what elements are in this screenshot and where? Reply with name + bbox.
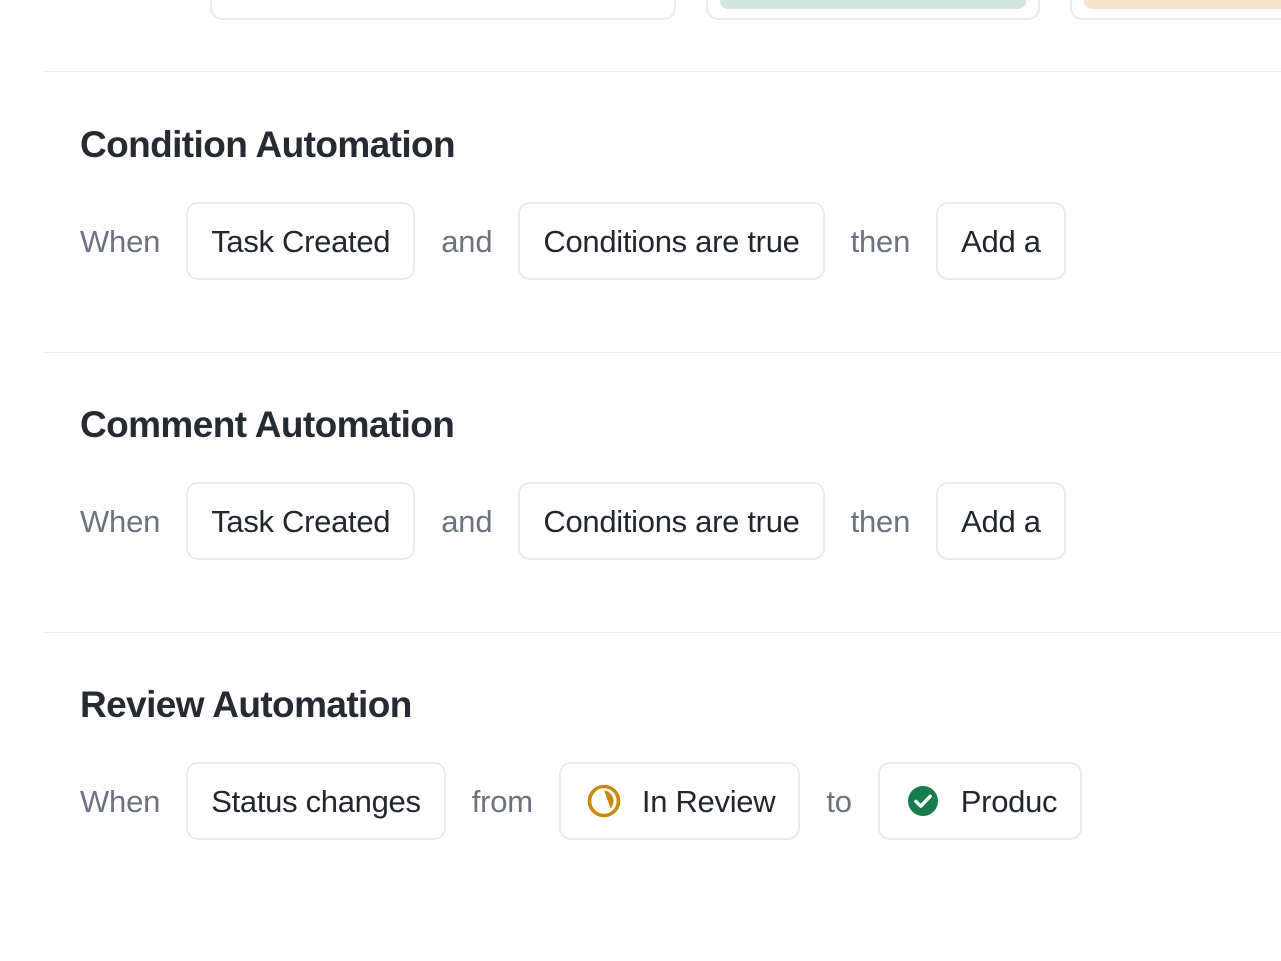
section-review-automation: Review Automation When Status changes fr… xyxy=(0,686,1281,840)
connector-then: then xyxy=(850,503,911,539)
condition-chip[interactable]: Conditions are true xyxy=(518,202,825,280)
section-divider xyxy=(44,632,1281,633)
automation-settings-panel: Condition Automation When Task Created a… xyxy=(0,0,1281,961)
clipped-chip-plain[interactable] xyxy=(210,0,676,20)
action-chip[interactable]: Add a xyxy=(936,482,1066,560)
clipped-chip-orange[interactable] xyxy=(1070,0,1281,20)
connector-when: When xyxy=(80,503,161,539)
status-to-chip[interactable]: Produc xyxy=(877,762,1083,840)
trigger-chip[interactable]: Task Created xyxy=(186,202,416,280)
section-divider xyxy=(44,352,1281,353)
connector-when: When xyxy=(80,783,161,819)
trigger-chip[interactable]: Status changes xyxy=(186,762,446,840)
connector-when: When xyxy=(80,223,161,259)
clipped-automation-row xyxy=(0,0,1281,20)
automation-rule-row: When Status changes from In Review to Pr… xyxy=(0,762,1281,840)
connector-and: and xyxy=(441,223,493,259)
section-title: Comment Automation xyxy=(80,404,455,445)
action-chip[interactable]: Add a xyxy=(936,202,1066,280)
chip-tint-pill-orange xyxy=(1084,0,1281,9)
section-comment-automation: Comment Automation When Task Created and… xyxy=(0,406,1281,560)
connector-then: then xyxy=(850,223,911,259)
section-divider xyxy=(44,71,1281,72)
automation-rule-row: When Task Created and Conditions are tru… xyxy=(0,202,1281,280)
status-to-label: Produc xyxy=(960,783,1058,819)
status-from-chip[interactable]: In Review xyxy=(558,762,801,840)
chip-tint-pill-green xyxy=(720,0,1026,9)
clipped-chip-green[interactable] xyxy=(706,0,1040,20)
trigger-chip[interactable]: Task Created xyxy=(186,482,416,560)
section-title: Condition Automation xyxy=(80,124,456,165)
check-circle-filled-icon xyxy=(903,781,943,821)
automation-rule-row: When Task Created and Conditions are tru… xyxy=(0,482,1281,560)
connector-to: to xyxy=(826,783,852,819)
status-from-label: In Review xyxy=(641,783,776,819)
section-condition-automation: Condition Automation When Task Created a… xyxy=(0,126,1281,280)
condition-chip[interactable]: Conditions are true xyxy=(518,482,825,560)
connector-and: and xyxy=(441,503,493,539)
in-progress-circle-icon xyxy=(584,781,624,821)
connector-from: from xyxy=(471,783,533,819)
section-title: Review Automation xyxy=(80,684,412,725)
